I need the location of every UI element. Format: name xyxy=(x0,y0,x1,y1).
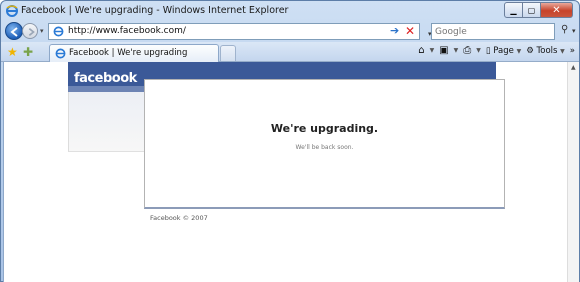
page-icon: ▯ xyxy=(485,45,491,56)
tools-menu[interactable]: ⚙ Tools ▼ xyxy=(526,46,565,56)
feeds-icon[interactable]: ▣ xyxy=(439,45,448,56)
ie-page-icon xyxy=(53,26,64,37)
tab-bar: ★ ✚ Facebook | We're upgrading ⌂ ▼ ▣ ▼ ⎙… xyxy=(1,42,579,62)
tab-label: Facebook | We're upgrading xyxy=(69,48,188,58)
upgrade-subtext: We'll be back soon. xyxy=(295,144,354,151)
footer-copyright: Facebook © 2007 xyxy=(150,214,208,222)
minimize-icon: ▁ xyxy=(510,5,517,15)
upgrade-heading: We're upgrading. xyxy=(270,122,379,135)
minimize-button[interactable]: ▁ xyxy=(504,2,523,18)
navigation-bar: ▾ http://www.facebook.com/ ▾ ➔ ✕ ⚲ ▾ xyxy=(1,21,579,42)
tools-dropdown-icon: ▼ xyxy=(560,47,565,55)
maximize-icon: ▢ xyxy=(527,5,536,15)
scroll-up-icon[interactable]: ▲ xyxy=(571,64,576,71)
print-dropdown-icon[interactable]: ▼ xyxy=(476,47,481,54)
ie-icon xyxy=(6,5,18,17)
home-icon[interactable]: ⌂ xyxy=(418,45,424,56)
url-text[interactable]: http://www.facebook.com/ xyxy=(68,26,186,36)
back-button[interactable] xyxy=(5,22,23,40)
window-controls: ▁ ▢ ✕ xyxy=(504,2,573,18)
tab-facebook[interactable]: Facebook | We're upgrading xyxy=(49,44,219,62)
search-input[interactable] xyxy=(432,24,554,39)
chevron-more-icon[interactable]: » xyxy=(570,46,575,56)
facebook-sidebar xyxy=(68,86,146,152)
upgrade-notice-box: We're upgrading. We'll be back soon. xyxy=(144,79,505,209)
forward-button[interactable] xyxy=(22,23,38,39)
maximize-button[interactable]: ▢ xyxy=(523,2,541,18)
search-box[interactable] xyxy=(431,23,555,40)
search-dropdown-icon[interactable]: ▾ xyxy=(572,27,576,35)
tools-gear-icon: ⚙ xyxy=(526,45,534,56)
new-tab-button[interactable] xyxy=(220,45,236,61)
page-label: Page xyxy=(493,45,514,56)
ie-tab-icon xyxy=(55,48,66,59)
search-icon[interactable]: ⚲ xyxy=(561,24,568,35)
go-icon[interactable]: ➔ xyxy=(390,24,399,37)
sidebar-strip xyxy=(68,86,146,92)
page-menu[interactable]: ▯ Page ▼ xyxy=(486,46,521,56)
command-bar: ⌂ ▼ ▣ ▼ ⎙ ▼ ▯ Page ▼ ⚙ Tools ▼ » xyxy=(418,45,575,56)
page-dropdown-icon: ▼ xyxy=(516,47,522,55)
title-bar: Facebook | We're upgrading - Windows Int… xyxy=(1,1,579,21)
address-bar[interactable]: http://www.facebook.com/ ▾ xyxy=(48,23,432,40)
browser-window: Facebook | We're upgrading - Windows Int… xyxy=(0,0,580,282)
history-dropdown-icon[interactable]: ▾ xyxy=(40,27,44,35)
home-dropdown-icon[interactable]: ▼ xyxy=(430,47,435,54)
print-icon[interactable]: ⎙ xyxy=(463,45,471,56)
add-favorites-icon[interactable]: ✚ xyxy=(23,45,33,59)
page-content: facebook We're upgrading. We'll be back … xyxy=(3,62,579,282)
arrow-left-icon xyxy=(10,27,18,37)
tools-label: Tools xyxy=(536,45,558,56)
arrow-right-icon xyxy=(28,28,35,36)
stop-icon[interactable]: ✕ xyxy=(403,24,417,38)
facebook-logo[interactable]: facebook xyxy=(74,71,137,86)
feeds-dropdown-icon[interactable]: ▼ xyxy=(454,47,459,54)
close-button[interactable]: ✕ xyxy=(541,2,573,18)
favorites-star-icon[interactable]: ★ xyxy=(7,45,18,59)
window-title: Facebook | We're upgrading - Windows Int… xyxy=(21,5,289,16)
vertical-scrollbar[interactable]: ▲ xyxy=(567,62,579,282)
close-icon: ✕ xyxy=(552,4,561,16)
